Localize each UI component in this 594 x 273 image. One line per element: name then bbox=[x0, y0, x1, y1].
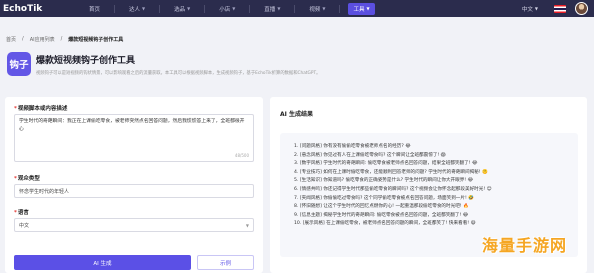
nav-divider bbox=[249, 4, 251, 13]
result-item: 7. [夹闻风格] 你偷偷吃过零食吗? 这个同学偷吃零食被点名回答问题，场面笑到… bbox=[294, 195, 474, 201]
top-nav-bar: EchoTik 首页 达人 ▼ 选品 ▼ 小店 ▼ 直播 ▼ 视频 ▼ 工具 ▼ 中文 ▼ bbox=[0, 0, 594, 17]
page-description: 视频钩子可以是短视频的钩状情景，可以影响观看之后的流量获取。本工具可以根据视频脚… bbox=[36, 71, 321, 76]
breadcrumb-separator: / bbox=[22, 36, 24, 42]
chevron-down-icon: ▼ bbox=[187, 6, 191, 11]
result-item: 6. [情感共鸣] 你还记得学生时代那些偷吃零食的瞬间吗? 这个视频会让你怀念起… bbox=[294, 186, 492, 192]
nav-item-tools[interactable]: 工具 ▼ bbox=[348, 2, 375, 15]
nav-label: 直播 bbox=[264, 6, 276, 13]
char-counter: 48/500 bbox=[234, 152, 249, 158]
result-item: 3. [数字风格] 学生时代的奇葩瞬间: 偷吃零食被老师点名回答问题，结果全班都… bbox=[294, 161, 478, 167]
nav-divider bbox=[159, 4, 161, 13]
chevron-down-icon: ▼ bbox=[277, 6, 281, 11]
nav-label: 视频 bbox=[309, 6, 321, 13]
nav-item-videos[interactable]: 视频 ▼ bbox=[309, 0, 325, 17]
required-marker: * bbox=[14, 106, 17, 112]
breadcrumb-separator: / bbox=[60, 36, 63, 42]
input-form-panel: *视频脚本或内容描述 学生时代的奇葩瞬间：我正在上课偷吃零食，被老师突然点名回答… bbox=[5, 97, 263, 273]
language-field-label: *语言 bbox=[14, 208, 29, 216]
nav-label: 达人 bbox=[129, 6, 141, 13]
chevron-down-icon: ▼ bbox=[232, 6, 236, 11]
breadcrumb-current: 爆款短视频钩子创作工具 bbox=[68, 37, 124, 43]
language-select[interactable]: 中文 ▼ bbox=[14, 218, 254, 232]
audience-label-text: 观众类型 bbox=[17, 176, 40, 182]
audience-value: 怀念学生时代的年轻人 bbox=[19, 188, 70, 195]
script-field-label: *视频脚本或内容描述 bbox=[14, 104, 67, 112]
example-button[interactable]: 示例 bbox=[197, 255, 254, 270]
breadcrumb-home[interactable]: 首页 bbox=[6, 36, 16, 43]
nav-label: 工具 bbox=[353, 6, 365, 13]
result-item: 4. [专业技巧] 如何在上课时偷吃零食，还能顺利回答老师的问题? 学生时代的奇… bbox=[294, 169, 488, 175]
logo[interactable]: EchoTik bbox=[3, 4, 65, 14]
nav-item-products[interactable]: 选品 ▼ bbox=[174, 0, 190, 17]
header-tools: 中文 ▼ bbox=[522, 0, 594, 17]
language-value: 中文 bbox=[19, 222, 30, 229]
language-label: 中文 bbox=[521, 6, 533, 13]
nav-label: 选品 bbox=[174, 6, 186, 13]
nav-item-home[interactable]: 首页 bbox=[89, 0, 100, 17]
breadcrumb: 首页 / AI应用列表 / 爆款短视频钩子创作工具 bbox=[6, 36, 123, 43]
audience-field-label: *观众类型 bbox=[14, 174, 40, 182]
region-flag-icon[interactable] bbox=[554, 4, 566, 13]
result-item: 10. [展示风格] 在上课偷吃零食，被老师点名回答问题的瞬间，全班都笑了! 快… bbox=[294, 221, 476, 227]
result-item: 8. [怀旧随想] 让这个学生时代的回忆点燃你的心! 一起重温那段偷吃零食的时光… bbox=[294, 204, 469, 210]
chevron-down-icon: ▼ bbox=[245, 222, 249, 228]
avatar[interactable] bbox=[575, 2, 588, 15]
result-item: 9. [信息主题] 揭秘学生时代的奇葩瞬间: 偷吃零食被点名回答问题，全班都笑翻… bbox=[294, 212, 469, 218]
results-title: AI 生成结果 bbox=[280, 111, 313, 118]
result-item: 1. [问题风格] 你有没有偷偷吃零食被老师点名的经历? 😂 bbox=[294, 144, 411, 149]
language-label-text: 语言 bbox=[17, 210, 29, 216]
ai-generate-button[interactable]: AI 生成 bbox=[14, 255, 191, 270]
nav-item-creators[interactable]: 达人 ▼ bbox=[129, 0, 145, 17]
nav-divider bbox=[294, 4, 296, 13]
site-watermark: 海量手游网 bbox=[482, 236, 568, 255]
chevron-down-icon: ▼ bbox=[142, 6, 146, 11]
audience-input[interactable]: 怀念学生时代的年轻人 bbox=[14, 184, 254, 198]
nav-divider bbox=[339, 4, 341, 13]
language-switcher[interactable]: 中文 ▼ bbox=[522, 5, 538, 13]
nav-item-shops[interactable]: 小店 ▼ bbox=[219, 0, 235, 17]
nav-label: 首页 bbox=[89, 6, 101, 13]
required-marker: * bbox=[14, 210, 17, 216]
hook-tool-icon: 钩子 bbox=[7, 52, 31, 76]
chevron-down-icon: ▼ bbox=[322, 6, 326, 11]
nav-divider bbox=[114, 4, 116, 13]
script-textarea[interactable]: 学生时代的奇葩瞬间：我正在上课偷吃零食，被老师突然点名回答问题，然后我慌慌答上来… bbox=[14, 114, 254, 162]
page-title: 爆款短视频钩子创作工具 bbox=[36, 56, 136, 66]
breadcrumb-ai-apps[interactable]: AI应用列表 bbox=[30, 36, 55, 43]
nav-item-live[interactable]: 直播 ▼ bbox=[264, 0, 280, 17]
result-item: 5. [生活知识] 你知道吗? 偷吃零食的正确姿势是什么? 学生时代的瞬间让你大… bbox=[294, 178, 473, 184]
chevron-down-icon: ▼ bbox=[534, 6, 538, 11]
script-label-text: 视频脚本或内容描述 bbox=[17, 106, 68, 112]
result-item: 2. [悬念风格] 你见过有人在上课偷吃零食吗? 这个瞬间让全班都震惊了! 😱 bbox=[294, 152, 446, 158]
required-marker: * bbox=[14, 176, 17, 182]
nav-label: 小店 bbox=[219, 6, 231, 13]
script-text: 学生时代的奇葩瞬间：我正在上课偷吃零食，被老师突然点名回答问题，然后我慌慌答上来… bbox=[19, 119, 245, 132]
nav-divider bbox=[204, 4, 206, 13]
chevron-down-icon: ▼ bbox=[366, 6, 370, 11]
